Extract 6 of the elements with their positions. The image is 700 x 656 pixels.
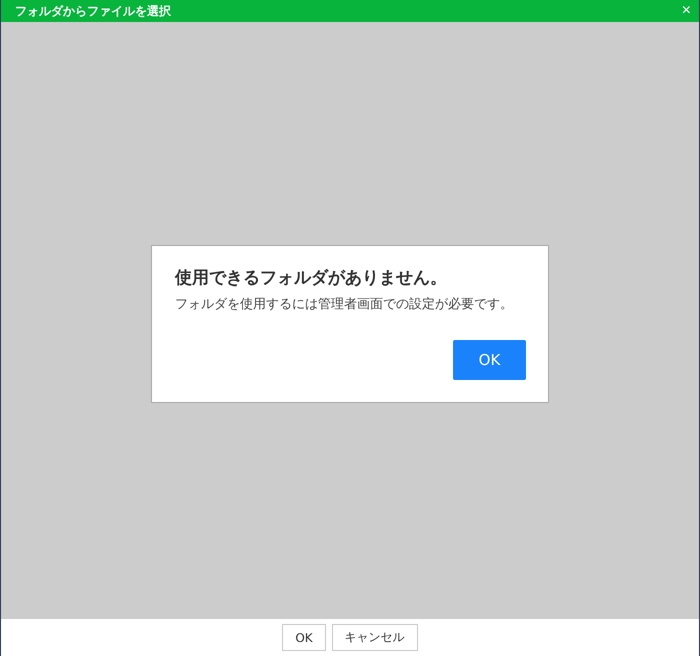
- window-title: フォルダからファイルを選択: [15, 2, 171, 20]
- ok-button[interactable]: OK: [453, 340, 526, 380]
- alert-title: 使用できるフォルダがありません。: [175, 266, 448, 288]
- ok-button[interactable]: OK: [282, 624, 326, 651]
- cancel-button[interactable]: キャンセル: [332, 624, 418, 651]
- alert-message: フォルダを使用するには管理者画面での設定が必要です。: [175, 296, 514, 314]
